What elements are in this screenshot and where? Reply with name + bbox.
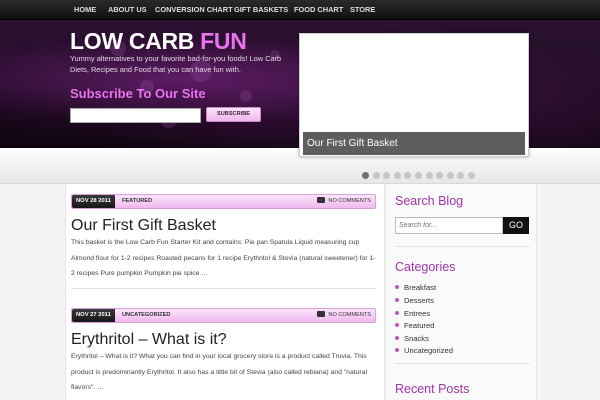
bullet-icon <box>395 336 399 340</box>
site-title[interactable]: LOW CARB FUN <box>70 28 247 55</box>
category-item[interactable]: Desserts <box>395 296 434 305</box>
bullet-icon <box>395 311 399 315</box>
search-input[interactable] <box>395 217 503 234</box>
slider-caption[interactable]: Our First Gift Basket <box>303 132 525 155</box>
widget-divider <box>395 246 530 247</box>
comment-icon <box>317 310 326 317</box>
slider-dot[interactable] <box>393 172 401 179</box>
nav-store[interactable]: STORE <box>350 0 375 20</box>
search-widget-title: Search Blog <box>395 194 464 208</box>
category-item[interactable]: Uncategorized <box>395 346 453 355</box>
bullet-icon <box>395 298 399 302</box>
category-item[interactable]: Breakfast <box>395 283 436 292</box>
category-item[interactable]: Snacks <box>395 334 429 343</box>
comments-label: NO COMMENTS <box>328 198 371 204</box>
widget-divider <box>395 363 530 364</box>
site-title-main: LOW CARB <box>70 28 195 54</box>
nav-home[interactable]: HOME <box>74 0 96 20</box>
post-excerpt: Erythritol – What is it? What you can fi… <box>71 353 367 391</box>
sidebar: Search Blog GO Categories Breakfast Dess… <box>387 184 537 400</box>
comment-icon <box>317 196 326 203</box>
top-navigation: HOME ABOUT US CONVERSION CHART GIFT BASK… <box>0 0 600 20</box>
site-title-accent: FUN <box>200 28 247 54</box>
post-category-link[interactable]: FEATURED <box>122 195 152 208</box>
category-item[interactable]: Featured <box>395 321 434 330</box>
slider-dot[interactable] <box>425 172 433 179</box>
post-date: NOV 27 2011 <box>72 309 115 322</box>
nav-about-us[interactable]: ABOUT US <box>108 0 147 20</box>
bullet-icon <box>395 323 399 327</box>
slider-dot[interactable] <box>362 172 369 179</box>
post-comments-link[interactable]: NO COMMENTS <box>317 195 371 208</box>
post-title[interactable]: Erythritol – What is it? <box>71 331 227 349</box>
search-go-button[interactable]: GO <box>503 217 529 234</box>
subscribe-heading: Subscribe To Our Site <box>70 86 206 101</box>
main-content: NOV 28 2011 FEATURED NO COMMENTS Our Fir… <box>65 184 385 400</box>
post-divider <box>71 288 376 289</box>
site-tagline: Yummy alternatives to your favorite bad-… <box>70 54 282 74</box>
subscribe-button[interactable]: SUBSCRIBE <box>206 107 261 122</box>
slider-dot[interactable] <box>468 172 475 179</box>
post-comments-link[interactable]: NO COMMENTS <box>317 309 371 322</box>
slider-dot[interactable] <box>446 172 454 179</box>
slider-image[interactable] <box>303 37 525 132</box>
bullet-icon <box>395 285 399 289</box>
featured-slider[interactable]: Our First Gift Basket <box>299 33 529 157</box>
post-category-link[interactable]: UNCATEGORIZED <box>122 309 170 322</box>
slider-dot[interactable] <box>415 172 422 179</box>
bullet-icon <box>395 348 399 352</box>
post-meta-bar: NOV 28 2011 FEATURED NO COMMENTS <box>71 194 376 209</box>
category-item[interactable]: Entrees <box>395 309 430 318</box>
nav-conversion-chart[interactable]: CONVERSION CHART <box>155 0 233 20</box>
recent-posts-widget-title: Recent Posts <box>395 382 470 396</box>
post-date: NOV 28 2011 <box>72 195 115 208</box>
subscribe-email-input[interactable] <box>70 108 201 123</box>
nav-food-chart[interactable]: FOOD CHART <box>294 0 343 20</box>
categories-widget-title: Categories <box>395 260 456 274</box>
comments-label: NO COMMENTS <box>328 312 371 318</box>
nav-gift-baskets[interactable]: GIFT BASKETS <box>234 0 288 20</box>
post-title[interactable]: Our First Gift Basket <box>71 217 216 235</box>
slider-dot[interactable] <box>372 172 380 179</box>
bokeh-dot <box>240 90 252 102</box>
post-excerpt: This basket is the Low Carb Fun Starter … <box>71 239 376 277</box>
post-meta-bar: NOV 27 2011 UNCATEGORIZED NO COMMENTS <box>71 308 376 323</box>
